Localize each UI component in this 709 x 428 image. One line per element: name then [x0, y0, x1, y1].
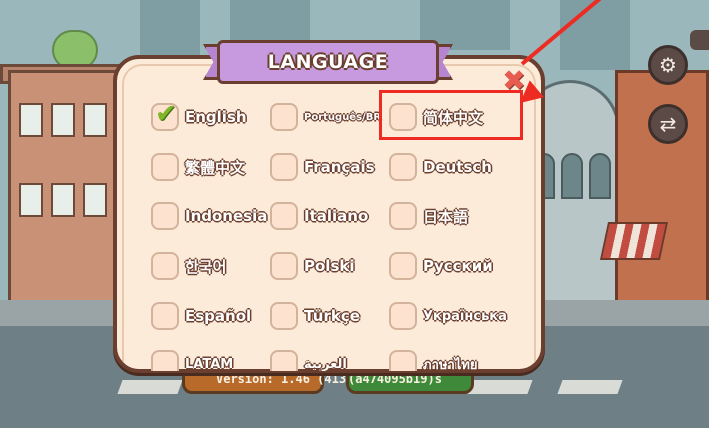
language-option[interactable]: Português/BR [270, 101, 381, 133]
language-label: Indonesia [185, 207, 268, 225]
language-checkbox[interactable] [270, 202, 298, 230]
language-label: 繁體中文 [185, 158, 246, 177]
language-checkbox[interactable] [270, 302, 298, 330]
language-checkbox[interactable] [389, 302, 417, 330]
crosswalk-stripe [467, 380, 533, 394]
language-checkbox[interactable] [270, 252, 298, 280]
language-label: Deutsch [423, 158, 492, 176]
language-checkbox[interactable] [389, 202, 417, 230]
build-text: (a474095b19)s [348, 372, 442, 386]
language-label: Español [185, 307, 252, 325]
highlight-box [379, 90, 523, 140]
language-option[interactable]: Français [270, 151, 375, 183]
language-label: Italiano [304, 207, 369, 225]
language-option[interactable]: Español [151, 300, 251, 332]
language-option[interactable]: Indonesia [151, 200, 267, 232]
language-label: Polski [304, 257, 355, 275]
language-checkbox[interactable] [151, 202, 179, 230]
language-checkbox[interactable]: ✔ [151, 99, 179, 131]
language-label: العربية [304, 356, 347, 372]
language-checkbox[interactable] [389, 350, 417, 371]
language-checkbox[interactable] [270, 350, 298, 371]
language-checkbox[interactable] [389, 153, 417, 181]
language-option[interactable]: Українська [389, 300, 507, 332]
language-option[interactable]: Italiano [270, 200, 368, 232]
language-option[interactable]: 日本語 [389, 200, 468, 232]
version-text: Version: 1.46 (413) [216, 372, 354, 386]
language-label: Русский [423, 257, 493, 275]
language-label: 日本語 [423, 207, 469, 226]
language-option[interactable]: LATAM [151, 348, 233, 371]
language-label: English [185, 108, 247, 126]
language-label: Українська [423, 308, 507, 324]
language-checkbox[interactable] [270, 153, 298, 181]
language-option[interactable]: 繁體中文 [151, 151, 245, 183]
language-checkbox[interactable] [151, 153, 179, 181]
language-option[interactable]: Русский [389, 250, 493, 282]
language-option[interactable]: Türkçe [270, 300, 360, 332]
language-checkbox[interactable] [270, 103, 298, 131]
language-checkbox[interactable] [151, 350, 179, 371]
language-checkbox[interactable] [151, 302, 179, 330]
checkmark-icon: ✔ [155, 99, 177, 129]
language-option[interactable]: Deutsch [389, 151, 492, 183]
language-checkbox[interactable] [151, 252, 179, 280]
language-option[interactable]: Polski [270, 250, 355, 282]
crosswalk-stripe [117, 380, 183, 394]
language-label: Português/BR [304, 111, 382, 123]
language-options-grid: ✔ English Português/BR 简体中文 繁體中文 Français Deut… [0, 0, 709, 371]
language-option[interactable]: ภาษาไทย [389, 348, 477, 371]
language-label: 한국어 [185, 257, 227, 276]
language-option[interactable]: ✔ English [151, 99, 247, 133]
language-option[interactable]: العربية [270, 348, 347, 371]
language-label: ภาษาไทย [423, 357, 478, 372]
language-label: Français [304, 158, 375, 176]
language-label: LATAM [185, 356, 234, 372]
crosswalk-stripe [557, 380, 623, 394]
language-option[interactable]: 한국어 [151, 250, 226, 282]
language-checkbox[interactable] [389, 252, 417, 280]
language-label: Türkçe [304, 307, 360, 325]
